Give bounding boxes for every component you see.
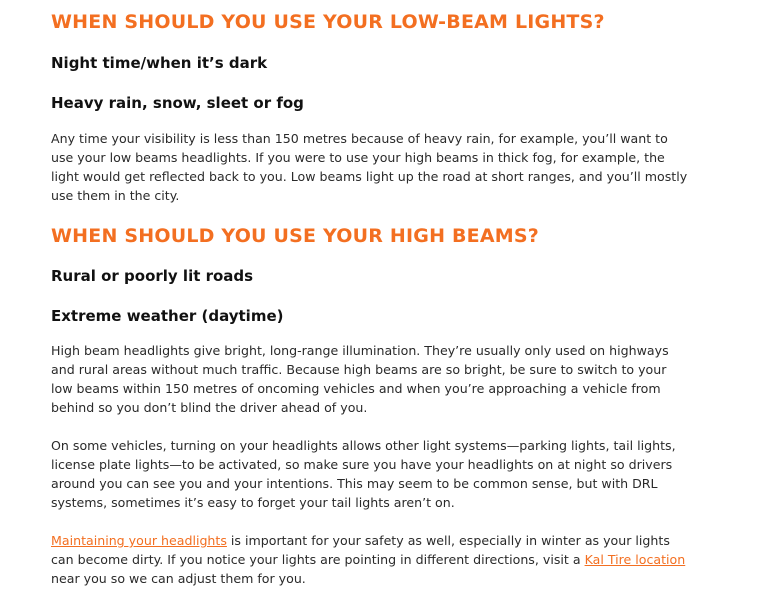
subheading-rural-roads: Rural or poorly lit roads [51,267,254,285]
paragraph-high-beams: High beam headlights give bright, long-r… [51,343,669,415]
subheading-heavy-rain: Heavy rain, snow, sleet or fog [51,94,304,112]
kal-tire-location-link[interactable]: Kal Tire location [585,552,686,567]
paragraph-maintenance: Maintaining your headlights is important… [51,531,691,588]
paragraph-light-systems: On some vehicles, turning on your headli… [51,438,676,510]
article-body: WHEN SHOULD YOU USE YOUR LOW-BEAM LIGHTS… [0,0,764,613]
paragraph-maintenance-text-2: near you so we can adjust them for you. [51,571,306,586]
paragraph-low-beams: Any time your visibility is less than 15… [51,131,688,203]
subheading-extreme-weather: Extreme weather (daytime) [51,307,284,325]
section-heading-low-beams: WHEN SHOULD YOU USE YOUR LOW-BEAM LIGHTS… [51,11,605,33]
subheading-night-time: Night time/when it’s dark [51,54,268,72]
section-heading-high-beams: WHEN SHOULD YOU USE YOUR HIGH BEAMS? [51,225,539,247]
maintaining-headlights-link[interactable]: Maintaining your headlights [51,533,227,548]
